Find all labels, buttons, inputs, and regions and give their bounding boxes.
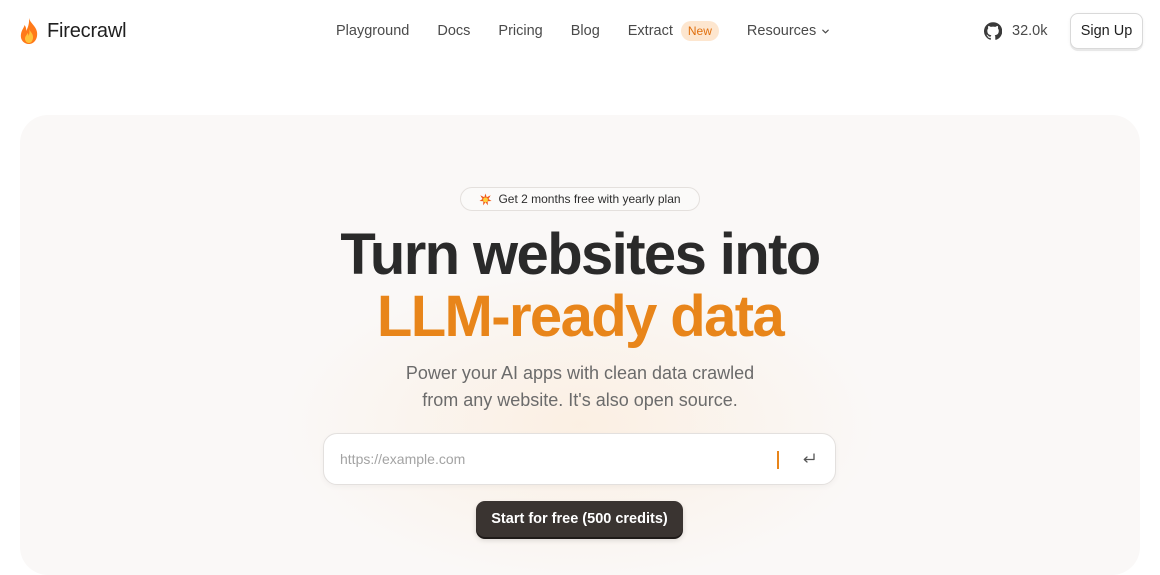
- hero-subtitle-line-1: Power your AI apps with clean data crawl…: [405, 363, 755, 383]
- url-input-box: [323, 433, 836, 485]
- hero-headline-line-2: LLM-ready data: [376, 284, 785, 349]
- promo-text: Get 2 months free with yearly plan: [498, 192, 681, 206]
- nav-dropdown-resources-label: Resources: [746, 23, 817, 39]
- nav-link-blog[interactable]: Blog: [571, 23, 600, 39]
- nav-link-extract-label: Extract: [627, 23, 673, 39]
- nav-link-playground[interactable]: Playground: [336, 23, 409, 39]
- github-star-count: 32.0k: [1012, 23, 1048, 39]
- new-badge: New: [680, 21, 719, 41]
- nav-link-extract[interactable]: Extract New: [628, 21, 719, 41]
- enter-return-icon[interactable]: [801, 451, 817, 467]
- top-navbar: Firecrawl Playground Docs Pricing Blog E…: [0, 0, 1160, 62]
- sparkle-burst-icon: [479, 192, 492, 205]
- github-stars-link[interactable]: 32.0k: [984, 20, 1047, 42]
- brand-name: Firecrawl: [47, 19, 127, 42]
- nav-link-pricing[interactable]: Pricing: [498, 23, 542, 39]
- main-nav: Playground Docs Pricing Blog Extract New…: [336, 19, 830, 43]
- hero-subtitle: Power your AI apps with clean data crawl…: [20, 360, 1140, 414]
- nav-link-docs[interactable]: Docs: [437, 23, 470, 39]
- chevron-down-icon: [822, 29, 830, 33]
- brand-logo-link[interactable]: Firecrawl: [17, 17, 127, 45]
- sign-up-button[interactable]: Sign Up: [1070, 13, 1143, 49]
- hero-subtitle-line-2: from any website. It's also open source.: [422, 390, 738, 410]
- text-caret: [777, 451, 779, 469]
- hero-section: Get 2 months free with yearly plan Turn …: [20, 115, 1140, 575]
- github-icon: [984, 22, 1002, 40]
- nav-dropdown-resources[interactable]: Resources: [747, 23, 830, 39]
- hero-headline-line-1: Turn websites into: [340, 222, 821, 287]
- start-for-free-button[interactable]: Start for free (500 credits): [476, 501, 683, 537]
- promo-pill[interactable]: Get 2 months free with yearly plan: [460, 187, 700, 211]
- url-input[interactable]: [340, 451, 801, 467]
- flame-icon: [20, 18, 38, 44]
